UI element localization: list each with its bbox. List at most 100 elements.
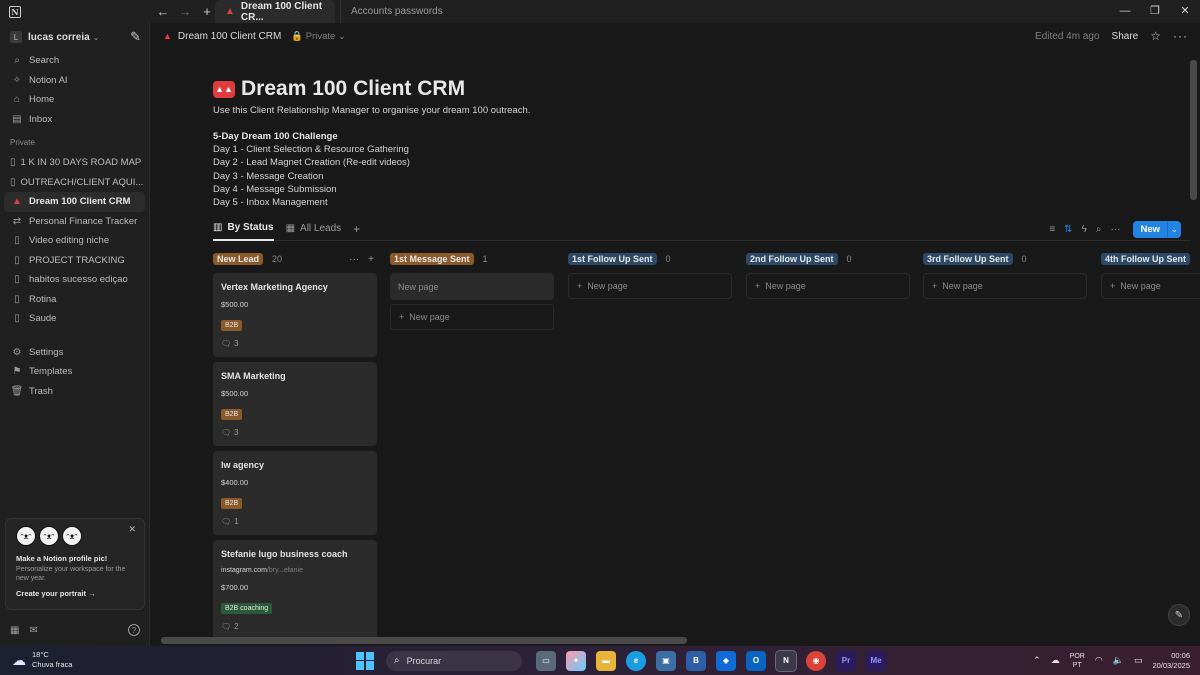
- sidebar-item-trash[interactable]: 🗑 Trash: [0, 382, 149, 402]
- new-page-button[interactable]: + New page: [1101, 273, 1200, 299]
- restore-button[interactable]: ❐: [1140, 0, 1170, 23]
- dropbox-icon[interactable]: ◆: [716, 650, 736, 671]
- sidebar-item-page[interactable]: ▯ OUTREACH/CLIENT AQUI...: [0, 173, 149, 193]
- ms-store-icon[interactable]: ▣: [656, 650, 676, 671]
- challenge-day[interactable]: Day 2 - Lead Magnet Creation (Re-edit vi…: [213, 156, 530, 169]
- more-options-icon[interactable]: ···: [349, 254, 359, 265]
- status-pill[interactable]: 2nd Follow Up Sent: [746, 253, 838, 265]
- new-tab-plus-icon[interactable]: +: [199, 4, 215, 19]
- notion-taskbar-icon[interactable]: N: [775, 649, 797, 672]
- tab-accounts-passwords[interactable]: Accounts passwords: [340, 0, 464, 23]
- media-encoder-icon[interactable]: Me: [866, 650, 886, 671]
- minimize-button[interactable]: —: [1110, 0, 1140, 23]
- crm-icon[interactable]: ▲▲: [213, 80, 235, 98]
- forward-arrow-icon[interactable]: →: [177, 4, 193, 19]
- sidebar-item-page[interactable]: ▯ PROJECT TRACKING: [0, 251, 149, 271]
- challenge-day[interactable]: Day 1 - Client Selection & Resource Gath…: [213, 143, 530, 156]
- status-pill[interactable]: 4th Follow Up Sent: [1101, 253, 1190, 265]
- page-description[interactable]: Use this Client Relationship Manager to …: [213, 105, 530, 116]
- tab-by-status[interactable]: ▥ By Status: [213, 217, 274, 241]
- clock[interactable]: 00:06 20/03/2025: [1152, 651, 1190, 671]
- sidebar-item-settings[interactable]: ⚙ Settings: [0, 343, 149, 363]
- edge-browser-icon[interactable]: e: [626, 650, 646, 671]
- tab-all-leads[interactable]: ▦ All Leads: [286, 217, 342, 241]
- new-entry-button[interactable]: New ⌄: [1133, 220, 1181, 238]
- mail-icon[interactable]: ✉: [29, 625, 37, 636]
- create-portrait-link[interactable]: Create your portrait →: [16, 589, 134, 598]
- sidebar-item-home[interactable]: ⌂ Home: [0, 90, 149, 110]
- breadcrumb[interactable]: Dream 100 Client CRM: [178, 31, 281, 42]
- taskbar-search[interactable]: ⌕ Procurar: [386, 650, 522, 671]
- sidebar-item-page[interactable]: ▯ Saude: [0, 309, 149, 329]
- new-button-label[interactable]: New: [1133, 221, 1167, 238]
- sidebar-item-page[interactable]: ▯ Video editing niche: [0, 231, 149, 251]
- add-card-plus-icon[interactable]: +: [368, 254, 374, 265]
- add-view-plus-icon[interactable]: +: [353, 222, 360, 236]
- new-page-button[interactable]: + New page: [390, 304, 554, 330]
- horizontal-scrollbar[interactable]: [161, 637, 1191, 644]
- new-page-button[interactable]: + New page: [746, 273, 910, 299]
- back-arrow-icon[interactable]: ←: [155, 4, 171, 19]
- sort-icon[interactable]: ⇅: [1064, 224, 1072, 235]
- help-chat-icon[interactable]: ✎: [1168, 604, 1190, 626]
- weather-widget[interactable]: ☁ 18°C Chuva fraca: [12, 650, 72, 670]
- untitled-card[interactable]: New page: [390, 273, 554, 300]
- lead-card[interactable]: lw agency $400.00 B2B 🗨 1: [213, 451, 377, 535]
- file-explorer-icon[interactable]: ▬: [596, 650, 616, 671]
- challenge-day[interactable]: Day 5 - Inbox Management: [213, 196, 530, 209]
- premiere-pro-icon[interactable]: Pr: [836, 650, 856, 671]
- outlook-icon[interactable]: O: [746, 650, 766, 671]
- automation-lightning-icon[interactable]: ϟ: [1082, 224, 1087, 235]
- share-button[interactable]: Share: [1112, 31, 1139, 42]
- wifi-icon[interactable]: ◠: [1095, 655, 1103, 666]
- lead-card[interactable]: Stefanie lugo business coach instagram.c…: [213, 540, 377, 640]
- challenge-day[interactable]: Day 4 - Message Submission: [213, 183, 530, 196]
- app-b-icon[interactable]: B: [686, 650, 706, 671]
- task-view-icon[interactable]: ▭: [536, 650, 556, 671]
- calendar-icon[interactable]: ▦: [10, 625, 19, 636]
- privacy-indicator[interactable]: 🔒 Private ⌄: [291, 31, 346, 42]
- chevron-up-icon[interactable]: ⌃: [1033, 655, 1041, 666]
- new-page-button[interactable]: + New page: [568, 273, 732, 299]
- sidebar-item-page[interactable]: ▯ Rotina: [0, 290, 149, 310]
- sidebar-item-templates[interactable]: ⚑ Templates: [0, 362, 149, 382]
- vertical-scrollbar[interactable]: [1190, 60, 1197, 640]
- status-pill[interactable]: 1st Message Sent: [390, 253, 474, 265]
- challenge-title[interactable]: 5-Day Dream 100 Challenge: [213, 130, 530, 143]
- scrollbar-thumb[interactable]: [1190, 60, 1197, 200]
- sidebar-item-page[interactable]: ▯ 1 K IN 30 DAYS ROAD MAP: [0, 153, 149, 173]
- sidebar-item-page[interactable]: ⇄ Personal Finance Tracker: [0, 212, 149, 232]
- sidebar-item-notion-ai[interactable]: ✧ Notion AI: [0, 71, 149, 91]
- help-icon[interactable]: ?: [128, 624, 140, 636]
- more-options-icon[interactable]: ···: [1110, 224, 1120, 235]
- close-button[interactable]: ✕: [1170, 0, 1200, 23]
- status-pill[interactable]: 1st Follow Up Sent: [568, 253, 657, 265]
- copilot-icon[interactable]: ✦: [566, 650, 586, 671]
- status-pill[interactable]: 3rd Follow Up Sent: [923, 253, 1013, 265]
- scrollbar-thumb[interactable]: [161, 637, 687, 644]
- windows-start-icon[interactable]: [356, 651, 374, 670]
- new-page-compose-icon[interactable]: ✎: [130, 29, 141, 45]
- sidebar-item-dream-100-crm[interactable]: ▲ Dream 100 Client CRM: [4, 192, 145, 212]
- lead-card[interactable]: SMA Marketing $500.00 B2B 🗨 3: [213, 362, 377, 446]
- battery-icon[interactable]: ▭: [1134, 655, 1143, 666]
- chrome-icon[interactable]: ◉: [806, 650, 826, 671]
- sidebar-item-inbox[interactable]: ▤ Inbox: [0, 110, 149, 130]
- sidebar-item-search[interactable]: ⌕ Search: [0, 51, 149, 71]
- card-link[interactable]: instagram.com/bry...efanie: [221, 567, 369, 574]
- sidebar-item-page[interactable]: ▯ habitos sucesso ediçao: [0, 270, 149, 290]
- star-icon[interactable]: ☆: [1150, 29, 1161, 43]
- close-icon[interactable]: ✕: [128, 524, 136, 535]
- challenge-day[interactable]: Day 3 - Message Creation: [213, 170, 530, 183]
- volume-icon[interactable]: 🔈: [1113, 655, 1124, 666]
- lead-card[interactable]: Vertex Marketing Agency $500.00 B2B 🗨 3: [213, 273, 377, 357]
- onedrive-cloud-icon[interactable]: ☁: [1051, 655, 1060, 666]
- new-page-button[interactable]: + New page: [923, 273, 1087, 299]
- filter-icon[interactable]: ≡: [1049, 224, 1055, 235]
- search-icon[interactable]: ⌕: [1096, 224, 1102, 235]
- more-options-icon[interactable]: ···: [1173, 29, 1188, 43]
- page-title[interactable]: Dream 100 Client CRM: [241, 77, 465, 101]
- tab-dream-100-crm[interactable]: ▲ Dream 100 Client CR...: [215, 0, 335, 23]
- workspace-switcher[interactable]: L lucas correia ⌄: [0, 24, 149, 50]
- language-indicator[interactable]: POR PT: [1070, 652, 1085, 670]
